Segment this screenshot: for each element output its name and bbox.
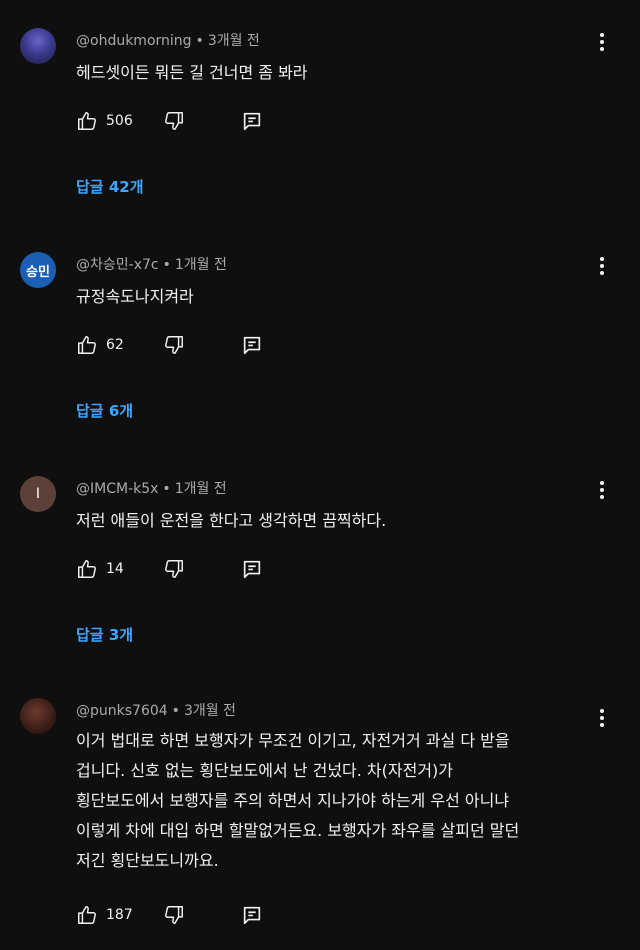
comment-text: 헤드셋이든 뭐든 길 건너면 좀 봐라 xyxy=(76,63,308,82)
comment-time[interactable]: 1개월 전 xyxy=(175,481,227,497)
comment-actions: 62 xyxy=(76,334,276,358)
thumbs-up-icon xyxy=(76,110,98,132)
comment-text-line: 이거 법대로 하면 보행자가 무조건 이기고, 자전거거 과실 다 받을 xyxy=(76,731,510,750)
like-button[interactable]: 187 xyxy=(76,904,133,926)
meta-separator: • xyxy=(195,33,204,49)
meta-separator: • xyxy=(162,481,171,497)
author-name[interactable]: @ohdukmorning xyxy=(76,33,192,49)
comment-time[interactable]: 3개월 전 xyxy=(208,33,260,49)
comment-text-line: 횡단보도에서 보행자를 주의 하면서 지나가야 하는게 우선 아니냐 xyxy=(76,791,510,810)
comment-meta: @차승민-x7c • 1개월 전 xyxy=(76,254,227,274)
comment-meta: @IMCM-k5x • 1개월 전 xyxy=(76,478,227,498)
comment-text: 규정속도나지켜라 xyxy=(76,287,194,306)
reply-icon xyxy=(241,904,263,926)
avatar[interactable]: 승민 xyxy=(20,252,56,288)
more-vert-icon[interactable] xyxy=(590,478,614,502)
comment-time[interactable]: 3개월 전 xyxy=(184,703,236,719)
thumbs-down-icon xyxy=(163,904,185,926)
reply-icon xyxy=(241,110,263,132)
author-name[interactable]: @IMCM-k5x xyxy=(76,481,158,497)
reply-icon xyxy=(241,334,263,356)
reply-button[interactable] xyxy=(241,110,263,132)
meta-separator: • xyxy=(171,703,180,719)
meta-separator: • xyxy=(162,257,171,273)
comment-actions: 14 xyxy=(76,558,276,582)
reply-button[interactable] xyxy=(241,904,263,926)
like-count: 187 xyxy=(106,907,133,923)
comment-text-line: 겁니다. 신호 없는 횡단보도에서 난 건넜다. 차(자전거)가 xyxy=(76,761,454,780)
more-vert-icon[interactable] xyxy=(590,30,614,54)
view-replies-link[interactable]: 답글 3개 xyxy=(76,624,133,645)
author-name[interactable]: @punks7604 xyxy=(76,703,168,719)
thumbs-up-icon xyxy=(76,904,98,926)
like-button[interactable]: 14 xyxy=(76,558,124,580)
view-replies-link[interactable]: 답글 6개 xyxy=(76,400,133,421)
avatar[interactable]: I xyxy=(20,476,56,512)
reply-button[interactable] xyxy=(241,334,263,356)
comment-actions: 506 xyxy=(76,110,276,134)
like-count: 14 xyxy=(106,561,124,577)
like-button[interactable]: 62 xyxy=(76,334,124,356)
comment-meta: @punks7604 • 3개월 전 xyxy=(76,700,236,720)
dislike-button[interactable] xyxy=(163,904,185,926)
dislike-button[interactable] xyxy=(163,558,185,580)
thumbs-down-icon xyxy=(163,558,185,580)
reply-icon xyxy=(241,558,263,580)
dislike-button[interactable] xyxy=(163,110,185,132)
dislike-button[interactable] xyxy=(163,334,185,356)
like-count: 506 xyxy=(106,113,133,129)
reply-button[interactable] xyxy=(241,558,263,580)
comment-time[interactable]: 1개월 전 xyxy=(175,257,227,273)
thumbs-down-icon xyxy=(163,110,185,132)
comment-text-line: 저긴 횡단보도니까요. xyxy=(76,851,219,870)
thumbs-up-icon xyxy=(76,558,98,580)
avatar[interactable] xyxy=(20,698,56,734)
author-name[interactable]: @차승민-x7c xyxy=(76,257,159,273)
view-replies-link[interactable]: 답글 42개 xyxy=(76,176,144,197)
comment-text: 저런 애들이 운전을 한다고 생각하면 끔찍하다. xyxy=(76,511,387,530)
more-vert-icon[interactable] xyxy=(590,254,614,278)
thumbs-up-icon xyxy=(76,334,98,356)
like-button[interactable]: 506 xyxy=(76,110,133,132)
comment-actions: 187 xyxy=(76,904,276,928)
avatar[interactable] xyxy=(20,28,56,64)
comment-text-line: 이렇게 차에 대입 하면 할말없거든요. 보행자가 좌우를 살피던 말던 xyxy=(76,821,520,840)
like-count: 62 xyxy=(106,337,124,353)
thumbs-down-icon xyxy=(163,334,185,356)
comment-text: 이거 법대로 하면 보행자가 무조건 이기고, 자전거거 과실 다 받을 겁니다… xyxy=(76,726,596,876)
comment-meta: @ohdukmorning • 3개월 전 xyxy=(76,30,260,50)
